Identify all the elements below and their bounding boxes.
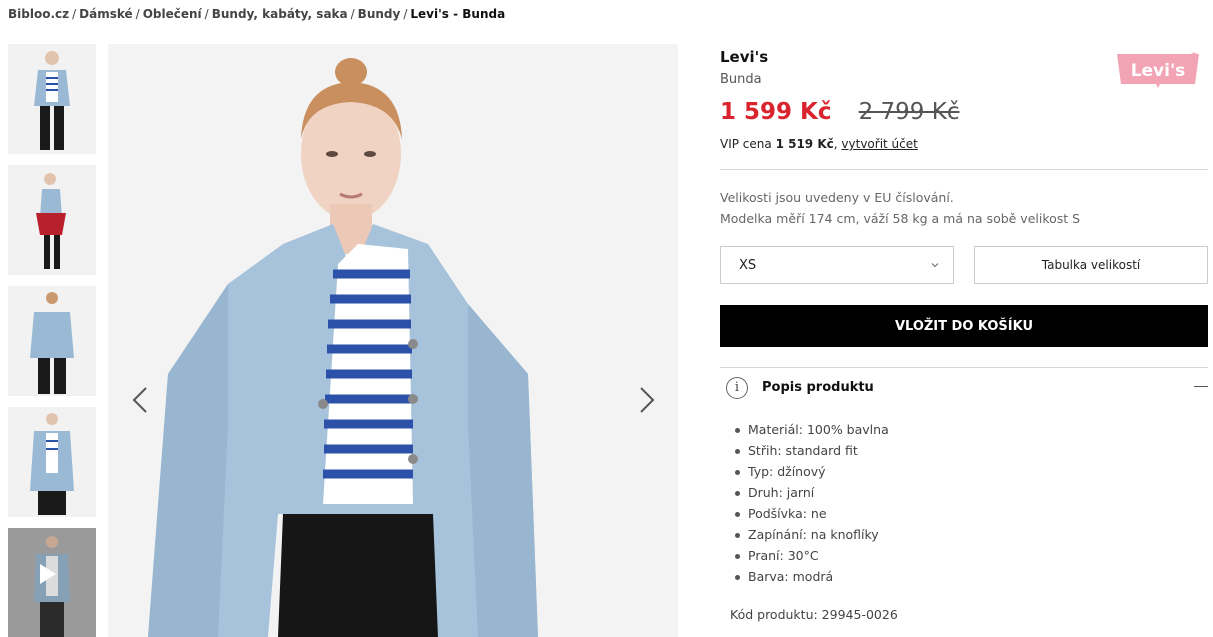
play-icon (40, 564, 56, 584)
levis-logo[interactable]: Levi's (1115, 50, 1201, 90)
chevron-right-icon (640, 387, 655, 413)
thumbnail-detail[interactable] (8, 407, 96, 517)
thumbnail-back[interactable] (8, 286, 96, 396)
breadcrumb-current: Levi's - Bunda (410, 7, 506, 21)
property-list: Materiál: 100% bavlna Střih: standard fi… (735, 419, 1208, 587)
breadcrumb-separator: / (403, 7, 408, 21)
property-lining: Podšívka: ne (735, 503, 1208, 524)
thumbnail-side[interactable] (8, 165, 96, 275)
breadcrumb-separator: / (135, 7, 140, 21)
vip-separator: , (833, 137, 838, 151)
next-image-button[interactable] (635, 384, 659, 416)
divider (720, 169, 1208, 170)
breadcrumb-separator: / (72, 7, 77, 21)
property-washing: Praní: 30°C (735, 545, 1208, 566)
add-to-cart-button[interactable]: VLOŽIT DO KOŠÍKU (720, 305, 1208, 347)
description-header[interactable]: i Popis produktu (720, 367, 1208, 407)
model-front-image (34, 51, 70, 150)
size-note-line-1: Velikosti jsou uvedeny v EU číslování. (720, 190, 954, 205)
original-price: 2 799 Kč (858, 99, 960, 125)
previous-image-button[interactable] (128, 384, 152, 416)
model-side-image (36, 173, 66, 269)
size-table-button[interactable]: Tabulka velikostí (974, 246, 1208, 284)
property-season: Druh: jarní (735, 482, 1208, 503)
property-closure: Zapínání: na knoflíky (735, 524, 1208, 545)
property-fit: Střih: standard fit (735, 440, 1208, 461)
vip-price-line: VIP cena 1 519 Kč, vytvořit účet (720, 137, 1208, 151)
size-controls: XS Tabulka velikostí (720, 246, 1208, 284)
breadcrumb: Bibloo.cz / Dámské / Oblečení / Bundy, kabáty,… (8, 7, 505, 21)
product-code: Kód produktu: 29945-0026 (730, 607, 898, 622)
breadcrumb-link-clothing[interactable]: Oblečení (143, 7, 202, 21)
vip-price: 1 519 Kč (775, 137, 834, 151)
model-detail-image (30, 413, 74, 515)
size-note-line-2: Modelka měří 174 cm, váží 58 kg a má na … (720, 211, 1081, 226)
property-material: Materiál: 100% bavlna (735, 419, 1208, 440)
breadcrumb-link-jackets[interactable]: Bundy (358, 7, 401, 21)
model-main-image (108, 44, 678, 637)
description-title: Popis produktu (762, 380, 874, 395)
size-note: Velikosti jsou uvedeny v EU číslování. M… (720, 187, 1208, 229)
price-block: 1 599 Kč 2 799 Kč (720, 99, 1208, 129)
collapse-icon[interactable] (1194, 386, 1208, 387)
breadcrumb-link-women[interactable]: Dámské (79, 7, 133, 21)
property-color: Barva: modrá (735, 566, 1208, 587)
breadcrumb-link-home[interactable]: Bibloo.cz (8, 7, 69, 21)
thumbnail-list (8, 44, 96, 637)
product-info-panel: Levi's Bunda Levi's 1 599 Kč 2 799 Kč VI… (720, 44, 1208, 622)
thumbnail-front[interactable] (8, 44, 96, 154)
logo-text: Levi's (1131, 61, 1186, 81)
size-select[interactable]: XS (720, 246, 954, 284)
model-back-image (30, 292, 74, 394)
selected-size: XS (739, 257, 757, 273)
breadcrumb-link-outerwear[interactable]: Bundy, kabáty, saka (212, 7, 348, 21)
create-account-link[interactable]: vytvořit účet (841, 137, 917, 151)
chevron-left-icon (132, 387, 147, 413)
thumbnail-video[interactable] (8, 528, 96, 637)
main-product-image[interactable] (108, 44, 678, 637)
property-type: Typ: džínový (735, 461, 1208, 482)
info-icon: i (726, 376, 748, 399)
current-price: 1 599 Kč (720, 99, 832, 125)
chevron-down-icon (931, 263, 939, 268)
breadcrumb-separator: / (350, 7, 355, 21)
vip-label: VIP cena (720, 137, 772, 151)
breadcrumb-separator: / (204, 7, 209, 21)
